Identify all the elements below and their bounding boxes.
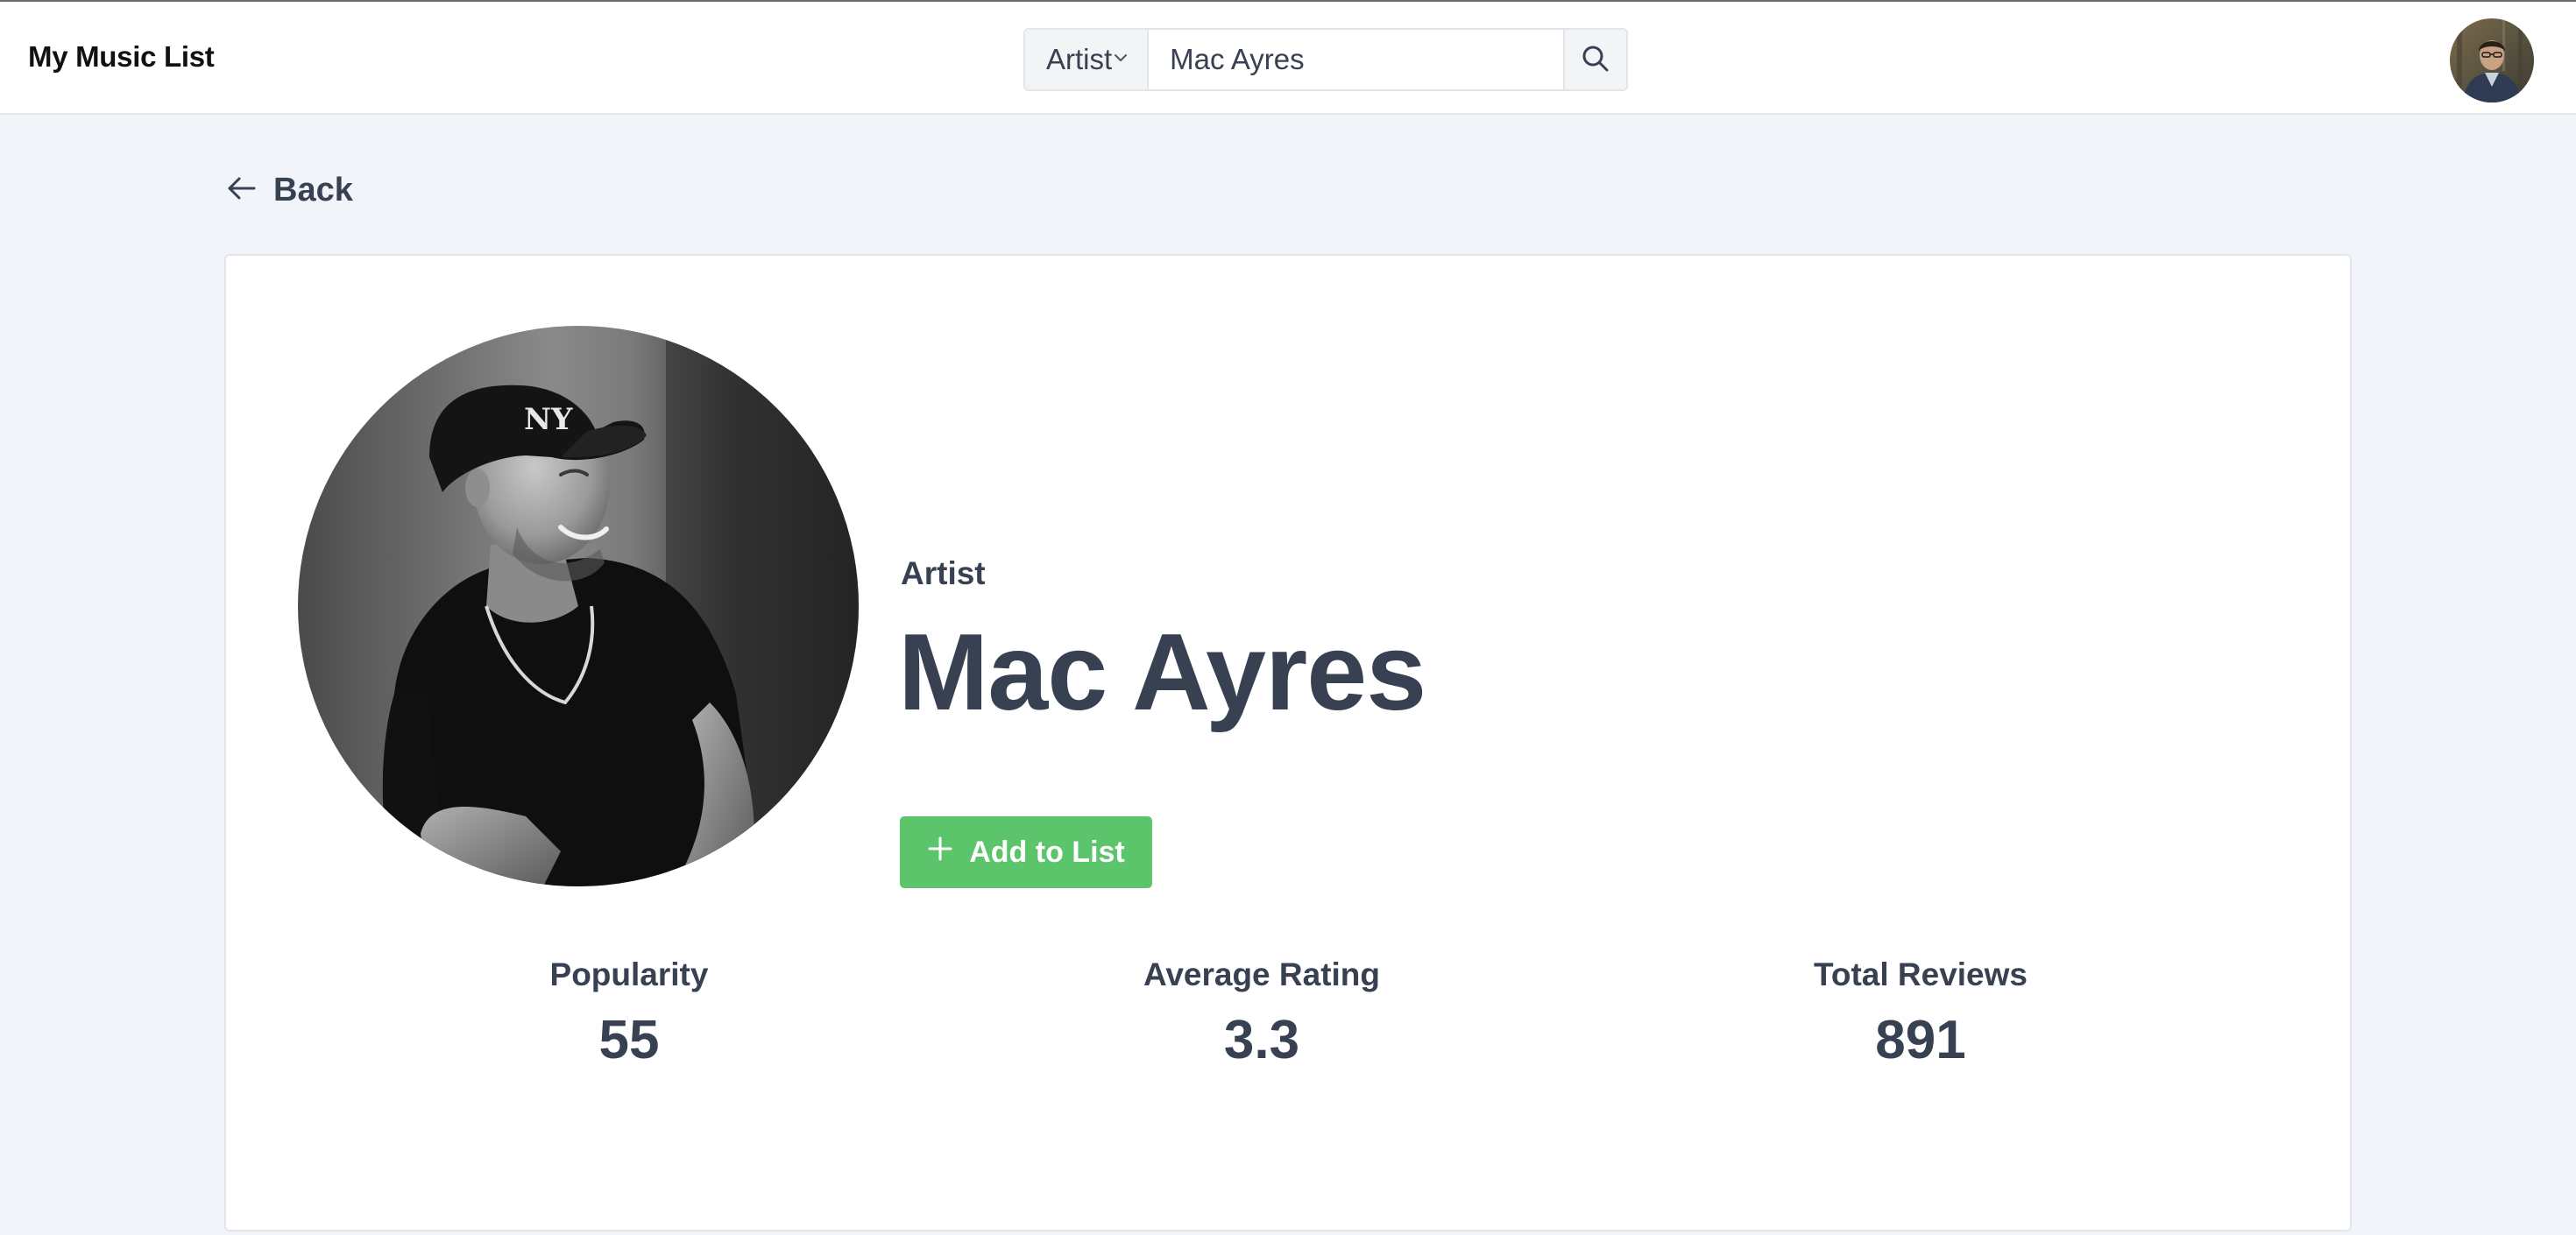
search-input[interactable]	[1149, 30, 1564, 89]
stat-label: Average Rating	[1143, 956, 1381, 992]
artist-card: NY Artist Mac Ayres Add to List Populari…	[224, 254, 2352, 1231]
stat-value: 3.3	[1223, 1010, 1300, 1070]
stat-label: Total Reviews	[1813, 956, 2028, 992]
svg-text:NY: NY	[524, 402, 573, 437]
user-avatar[interactable]	[2450, 18, 2534, 102]
arrow-left-icon	[224, 172, 258, 209]
stat-total-reviews: Total Reviews 891	[1745, 956, 2096, 1071]
add-to-list-button[interactable]: Add to List	[900, 816, 1152, 888]
artist-photo: NY	[298, 326, 859, 886]
stat-value: 55	[598, 1010, 660, 1070]
stat-average-rating: Average Rating 3.3	[1086, 956, 1437, 1071]
back-link[interactable]: Back	[224, 172, 353, 209]
search-bar: Artist	[1023, 28, 1628, 91]
plus-icon	[927, 836, 953, 870]
back-label: Back	[273, 172, 353, 208]
search-button[interactable]	[1563, 30, 1626, 89]
add-to-list-label: Add to List	[969, 835, 1125, 869]
top-navbar: My Music List Artist	[0, 0, 2576, 115]
search-type-select[interactable]: Artist	[1025, 30, 1150, 89]
stat-popularity: Popularity 55	[454, 956, 804, 1071]
artist-type-label: Artist	[901, 555, 986, 591]
search-icon	[1580, 43, 1611, 77]
chevron-down-icon	[1112, 49, 1129, 71]
stat-label: Popularity	[549, 956, 709, 992]
app-title[interactable]: My Music List	[28, 40, 215, 74]
stat-value: 891	[1875, 1010, 1966, 1070]
artist-name: Mac Ayres	[898, 612, 1426, 733]
search-type-label: Artist	[1046, 43, 1113, 75]
